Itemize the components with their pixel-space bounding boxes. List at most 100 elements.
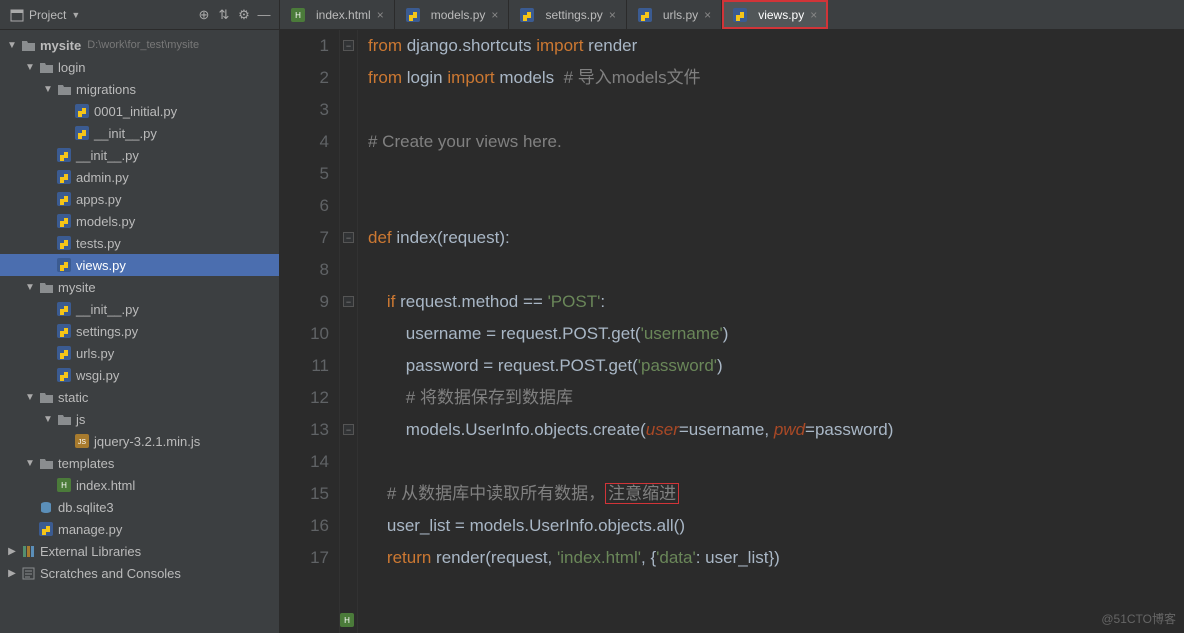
- folder-icon: [38, 455, 54, 471]
- tree-item[interactable]: apps.py: [0, 188, 279, 210]
- code-line[interactable]: username = request.POST.get('username'): [368, 318, 1184, 350]
- line-number: 5: [280, 158, 329, 190]
- sidebar-title[interactable]: Project ▼: [10, 8, 80, 22]
- hide-icon[interactable]: —: [255, 6, 273, 24]
- tree-item[interactable]: ▼templates: [0, 452, 279, 474]
- tree-item[interactable]: __init__.py: [0, 298, 279, 320]
- tree-item-label: __init__.py: [76, 302, 139, 317]
- tree-root[interactable]: ▼mysiteD:\work\for_test\mysite: [0, 34, 279, 56]
- folder-icon: [38, 59, 54, 75]
- tree-item-label: login: [58, 60, 85, 75]
- scratch-icon: [20, 565, 36, 581]
- collapse-icon[interactable]: ⇅: [215, 6, 233, 24]
- tree-item-label: static: [58, 390, 88, 405]
- tree-item[interactable]: admin.py: [0, 166, 279, 188]
- line-number: 4: [280, 126, 329, 158]
- tree-item-label: models.py: [76, 214, 135, 229]
- line-number: 6: [280, 190, 329, 222]
- tree-item[interactable]: manage.py: [0, 518, 279, 540]
- editor-tab[interactable]: index.html ×: [280, 0, 395, 29]
- code-line[interactable]: password = request.POST.get('password'): [368, 350, 1184, 382]
- tree-item-label: External Libraries: [40, 544, 141, 559]
- editor-tab[interactable]: models.py×: [395, 0, 510, 29]
- tree-item[interactable]: ▼js: [0, 408, 279, 430]
- tree-item[interactable]: jquery-3.2.1.min.js: [0, 430, 279, 452]
- tree-item[interactable]: ▼login: [0, 56, 279, 78]
- code-line[interactable]: models.UserInfo.objects.create(user=user…: [368, 414, 1184, 446]
- chevron-icon: ▶: [6, 568, 18, 579]
- tree-item[interactable]: ▶External Libraries: [0, 540, 279, 562]
- fold-toggle[interactable]: −: [343, 424, 354, 435]
- line-number: 10: [280, 318, 329, 350]
- tree-item[interactable]: views.py: [0, 254, 279, 276]
- tree-item-label: migrations: [76, 82, 136, 97]
- code-content[interactable]: from django.shortcuts import renderfrom …: [358, 30, 1184, 633]
- chevron-icon: ▼: [24, 282, 36, 293]
- chevron-down-icon: ▼: [71, 10, 80, 20]
- tree-item-label: wsgi.py: [76, 368, 119, 383]
- tree-item[interactable]: index.html: [0, 474, 279, 496]
- tree-item[interactable]: settings.py: [0, 320, 279, 342]
- tree-item[interactable]: ▼ migrations: [0, 78, 279, 100]
- editor-tab[interactable]: urls.py ×: [627, 0, 722, 29]
- line-number: 2: [280, 62, 329, 94]
- code-line[interactable]: [368, 158, 1184, 190]
- editor-tab[interactable]: views.py ×: [722, 0, 828, 29]
- chevron-icon: ▼: [24, 392, 36, 403]
- line-number: 16: [280, 510, 329, 542]
- fold-toggle[interactable]: −: [343, 232, 354, 243]
- close-icon[interactable]: ×: [377, 8, 384, 22]
- editor: index.html×models.py×settings.py×urls.py…: [280, 0, 1184, 633]
- gear-icon[interactable]: ⚙: [235, 6, 253, 24]
- tree-item[interactable]: db.sqlite3: [0, 496, 279, 518]
- fold-toggle[interactable]: −: [343, 40, 354, 51]
- code-line[interactable]: [368, 446, 1184, 478]
- code-line[interactable]: user_list = models.UserInfo.objects.all(…: [368, 510, 1184, 542]
- code-line[interactable]: [368, 190, 1184, 222]
- tab-label: views.py: [758, 8, 804, 22]
- tree-item-label: js: [76, 412, 85, 427]
- tree-item[interactable]: __init__.py: [0, 122, 279, 144]
- code-line[interactable]: # 从数据库中读取所有数据，注意缩进: [368, 478, 1184, 510]
- editor-tab[interactable]: settings.py×: [509, 0, 626, 29]
- project-sidebar: Project ▼ ⊕ ⇅ ⚙ — ▼mysiteD:\work\for_tes…: [0, 0, 280, 633]
- tree-item[interactable]: tests.py: [0, 232, 279, 254]
- py-icon: [519, 7, 535, 23]
- code-line[interactable]: [368, 254, 1184, 286]
- chevron-icon: ▼: [42, 84, 54, 95]
- close-icon[interactable]: ×: [609, 8, 616, 22]
- py-icon: [56, 301, 72, 317]
- tree-item[interactable]: ▼mysite: [0, 276, 279, 298]
- tree-item[interactable]: wsgi.py: [0, 364, 279, 386]
- code-line[interactable]: # 将数据保存到数据库: [368, 382, 1184, 414]
- tree-item[interactable]: ▼ static: [0, 386, 279, 408]
- close-icon[interactable]: ×: [704, 8, 711, 22]
- py-icon: [56, 213, 72, 229]
- code-area[interactable]: 1234567891011121314151617 −−−− from djan…: [280, 30, 1184, 633]
- code-line[interactable]: [368, 94, 1184, 126]
- code-line[interactable]: from django.shortcuts import render: [368, 30, 1184, 62]
- code-line[interactable]: def index(request):: [368, 222, 1184, 254]
- tab-label: index.html: [316, 8, 371, 22]
- tree-item[interactable]: urls.py: [0, 342, 279, 364]
- tree-item[interactable]: 0001_initial.py: [0, 100, 279, 122]
- py-icon: [56, 147, 72, 163]
- py-icon: [56, 323, 72, 339]
- fold-gutter[interactable]: − − − −: [340, 30, 358, 633]
- code-line[interactable]: # Create your views here.: [368, 126, 1184, 158]
- folder-icon: [20, 37, 36, 53]
- line-number: 15: [280, 478, 329, 510]
- code-line[interactable]: from login import models # 导入models文件: [368, 62, 1184, 94]
- project-tree[interactable]: ▼mysiteD:\work\for_test\mysite▼login▼mig…: [0, 30, 279, 633]
- fold-toggle[interactable]: −: [343, 296, 354, 307]
- close-icon[interactable]: ×: [491, 8, 498, 22]
- tab-label: urls.py: [663, 8, 698, 22]
- locate-icon[interactable]: ⊕: [195, 6, 213, 24]
- tree-item[interactable]: models.py: [0, 210, 279, 232]
- code-line[interactable]: return render(request, 'index.html', {'d…: [368, 542, 1184, 574]
- code-line[interactable]: if request.method == 'POST':: [368, 286, 1184, 318]
- tree-item[interactable]: ▶Scratches and Consoles: [0, 562, 279, 584]
- tree-item[interactable]: __init__.py: [0, 144, 279, 166]
- close-icon[interactable]: ×: [810, 8, 817, 22]
- folder-icon: [38, 279, 54, 295]
